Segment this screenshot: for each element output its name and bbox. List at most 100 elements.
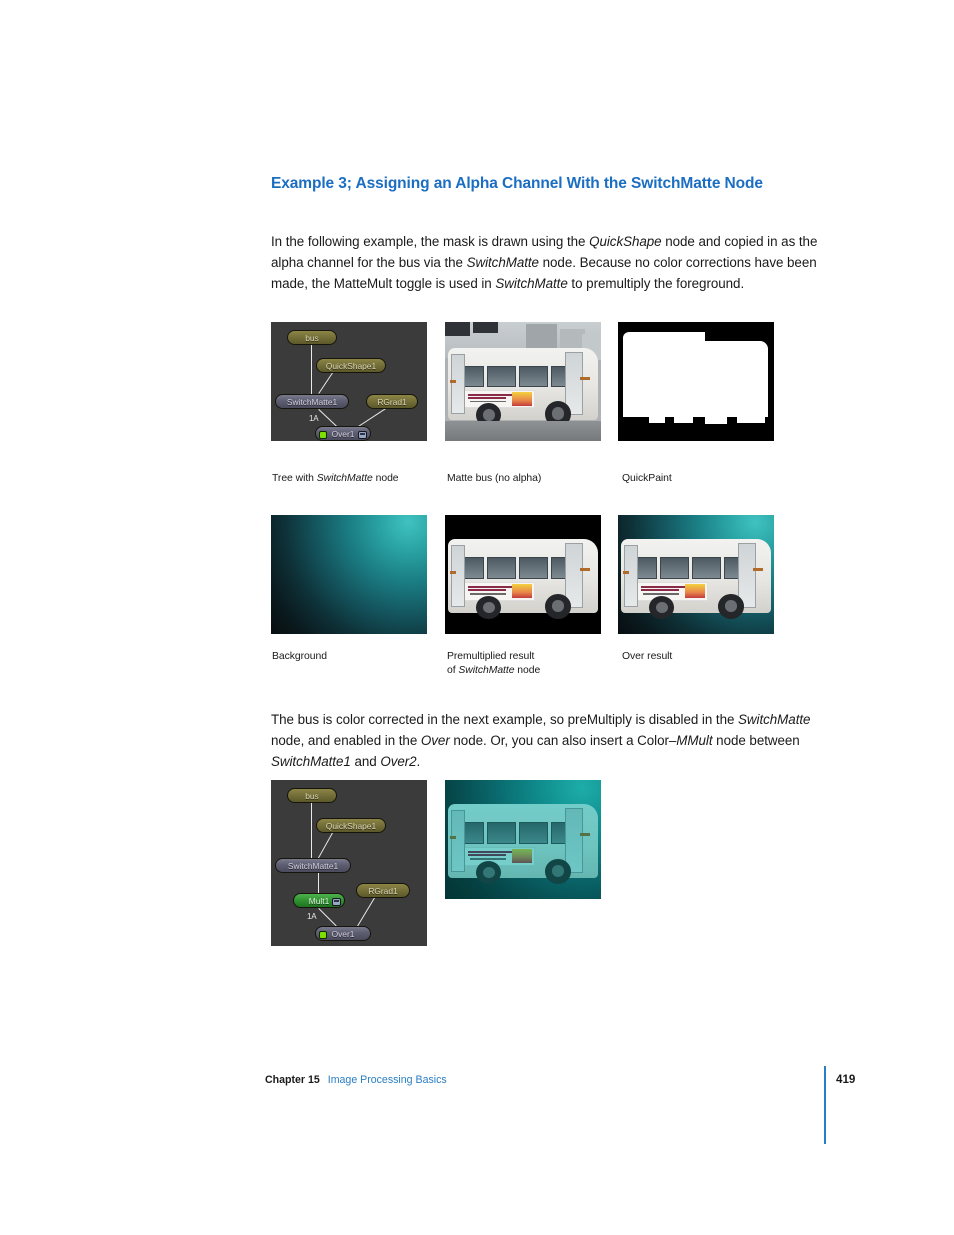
- second-emph-mmult: MMult: [676, 732, 713, 748]
- node-badge-icon[interactable]: [332, 897, 341, 906]
- bus-wheel-rear: [544, 593, 572, 619]
- node-bus[interactable]: bus: [287, 788, 337, 803]
- bus-stripe: [752, 568, 764, 572]
- bus-wheel-rear: [717, 593, 745, 619]
- image-matte-bus: [445, 322, 601, 441]
- node-label: RGrad1: [377, 397, 407, 407]
- figure-colorcorrected-result: [445, 780, 601, 899]
- node-rgrad1[interactable]: RGrad1: [356, 883, 410, 898]
- node-graph-mult[interactable]: bus QuickShape1 SwitchMatte1 RGrad1 Mult1 Ove…: [271, 780, 427, 946]
- intro-text-1: In the following example, the mask is dr…: [271, 234, 590, 250]
- matte-shape-wheelwell-2: [674, 416, 693, 424]
- figure-tree-switchmatte: bus QuickShape1 SwitchMatte1 RGrad1 Over1 1A: [271, 322, 427, 441]
- bus-window: [692, 557, 722, 580]
- node-connection-wire: [355, 897, 375, 928]
- node-connection-wire: [317, 832, 333, 858]
- node-connection-wire: [317, 372, 333, 394]
- node-switchmatte1[interactable]: SwitchMatte1: [275, 858, 351, 873]
- ground: [445, 420, 601, 441]
- node-label: SwitchMatte1: [286, 397, 338, 407]
- footer-chapter-name: Image Processing Basics: [327, 1074, 447, 1086]
- caption-over-result: Over result: [622, 651, 673, 662]
- footer-divider: [824, 1066, 826, 1144]
- node-connection-wire: [317, 873, 319, 893]
- matte-shape-wheelwell-4: [736, 416, 765, 424]
- second-text-4: node between: [712, 732, 800, 748]
- image-premultiplied-result: [445, 515, 601, 634]
- second-text-5: and: [350, 753, 381, 769]
- node-over1[interactable]: Over1: [315, 426, 371, 441]
- bus-window-row: [455, 366, 580, 388]
- second-emph-over: Over: [420, 732, 450, 748]
- bus-body: [621, 538, 771, 613]
- footer: Chapter 15 Image Processing Basics: [265, 1073, 845, 1088]
- second-text-1: The bus is color corrected in the next e…: [271, 712, 739, 728]
- bus-advertisement: [463, 581, 535, 601]
- caption-text: of: [447, 665, 459, 676]
- bus-body: [448, 538, 598, 613]
- matte-shape-left: [622, 331, 706, 418]
- node-mult1[interactable]: Mult1: [293, 893, 345, 908]
- ad-text-line: [642, 593, 680, 595]
- bus-door-front: [451, 353, 465, 414]
- bus-stripe: [579, 568, 591, 572]
- matte-silhouette: [618, 322, 774, 441]
- node-label: bus: [305, 791, 319, 801]
- caption-quickpaint: QuickPaint: [622, 473, 672, 484]
- node-led-icon[interactable]: [319, 930, 327, 939]
- second-emph-switchmatte: SwitchMatte: [738, 712, 811, 728]
- ad-text-line: [468, 586, 515, 589]
- bus-photo-composited: [618, 515, 774, 634]
- document-page: Example 3; Assigning an Alpha Channel Wi…: [0, 0, 954, 1235]
- bus-window: [519, 557, 549, 580]
- ad-graphic: [512, 583, 532, 599]
- bus-wheel-front: [476, 595, 502, 619]
- second-emph-switchmatte1: SwitchMatte1: [271, 753, 351, 769]
- node-bus[interactable]: bus: [287, 330, 337, 345]
- caption-text-post: node: [514, 665, 541, 676]
- matte-shape-wheelwell-3: [705, 416, 728, 425]
- node-graph-switchmatte[interactable]: bus QuickShape1 SwitchMatte1 RGrad1 Over1 1A: [271, 322, 427, 441]
- image-colorcorrected-result: [445, 780, 601, 899]
- bus-window: [519, 366, 549, 388]
- node-label: SwitchMatte1: [287, 861, 339, 871]
- node-connection-wire: [310, 345, 312, 394]
- ad-graphic: [685, 583, 705, 599]
- ad-text-line: [469, 593, 507, 595]
- ad-text-line: [468, 396, 507, 399]
- second-text-6: .: [416, 753, 421, 769]
- caption-background: Background: [272, 651, 327, 662]
- figure-matte-bus: [445, 322, 601, 441]
- node-switchmatte1[interactable]: SwitchMatte1: [275, 394, 349, 409]
- figure-quickpaint: [618, 322, 774, 441]
- bus-stripe: [622, 571, 629, 575]
- bus-window: [487, 557, 517, 580]
- node-badge-icon[interactable]: [358, 430, 367, 439]
- page-title: Example 3; Assigning an Alpha Channel Wi…: [271, 175, 763, 193]
- intro-emph-switchmatte-1: SwitchMatte: [466, 254, 539, 270]
- node-label: QuickShape1: [325, 821, 377, 831]
- matte-shape-right: [700, 341, 768, 418]
- node-label: QuickShape1: [325, 361, 377, 371]
- node-led-icon[interactable]: [319, 430, 327, 439]
- second-emph-over2: Over2: [380, 753, 417, 769]
- bus-window-row: [628, 557, 753, 580]
- node-connection-wire: [318, 908, 337, 927]
- second-paragraph: The bus is color corrected in the next e…: [271, 710, 837, 772]
- bus-door-front: [451, 544, 465, 607]
- node-label: Over1: [331, 429, 355, 439]
- teal-color-cast-overlay: [445, 780, 601, 899]
- node-label: RGrad1: [368, 886, 398, 896]
- teal-radial-gradient: [271, 515, 427, 634]
- node-quickshape1[interactable]: QuickShape1: [316, 358, 386, 373]
- node-quickshape1[interactable]: QuickShape1: [316, 818, 386, 833]
- ad-text-line: [641, 586, 688, 589]
- node-over1[interactable]: Over1: [315, 926, 371, 941]
- image-background-gradient: [271, 515, 427, 634]
- building-dark-mid: [473, 322, 499, 333]
- image-quickpaint-matte: [618, 322, 774, 441]
- ad-text-line: [468, 589, 507, 592]
- second-text-3: node. Or, you can also insert a Color–: [449, 732, 677, 748]
- node-rgrad1[interactable]: RGrad1: [366, 394, 418, 409]
- intro-text-4: to premultiply the foreground.: [567, 275, 745, 291]
